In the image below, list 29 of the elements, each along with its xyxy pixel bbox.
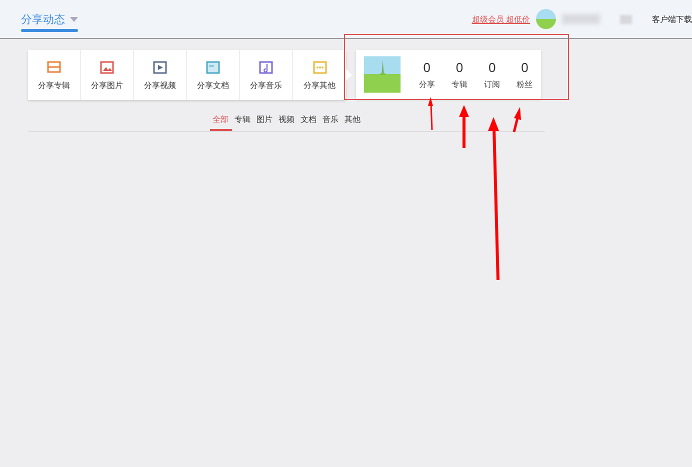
annotation-arrow: [512, 107, 521, 132]
stat-count: 0: [488, 60, 496, 74]
avatar[interactable]: [536, 9, 556, 29]
share-button[interactable]: 分享专辑: [28, 50, 81, 100]
filter-tab[interactable]: 音乐: [320, 112, 342, 131]
vip-link[interactable]: 超级会员 超低价: [472, 14, 530, 24]
annotation-arrow: [428, 97, 433, 130]
share-button[interactable]: 分享文档: [187, 50, 240, 100]
stat-count: 0: [521, 60, 528, 74]
caret-icon: [70, 16, 78, 22]
stat-label: 分享: [418, 78, 435, 90]
stat-count: 0: [423, 60, 430, 74]
filter-tab[interactable]: 视频: [276, 112, 298, 131]
stat-label: 订阅: [484, 78, 500, 90]
share-button[interactable]: 分享其他: [293, 50, 346, 100]
stat-count: 0: [456, 60, 464, 74]
share-button[interactable]: 分享视频: [134, 50, 187, 100]
blurred-username: [562, 14, 600, 24]
filter-tab[interactable]: 图片: [254, 112, 276, 131]
stat-label: 专辑: [451, 78, 468, 90]
share-button[interactable]: 分享音乐: [240, 50, 293, 100]
annotation-arrow: [459, 105, 469, 148]
download-link[interactable]: 客户端下载: [652, 14, 692, 24]
share-button[interactable]: 分享图片: [81, 50, 134, 100]
filter-tab[interactable]: 其他: [342, 112, 364, 131]
blurred-mark: [620, 14, 632, 24]
filter-tab[interactable]: 专辑: [232, 112, 254, 131]
filter-tab[interactable]: 文档: [298, 112, 320, 131]
stat-label: 粉丝: [516, 78, 533, 90]
